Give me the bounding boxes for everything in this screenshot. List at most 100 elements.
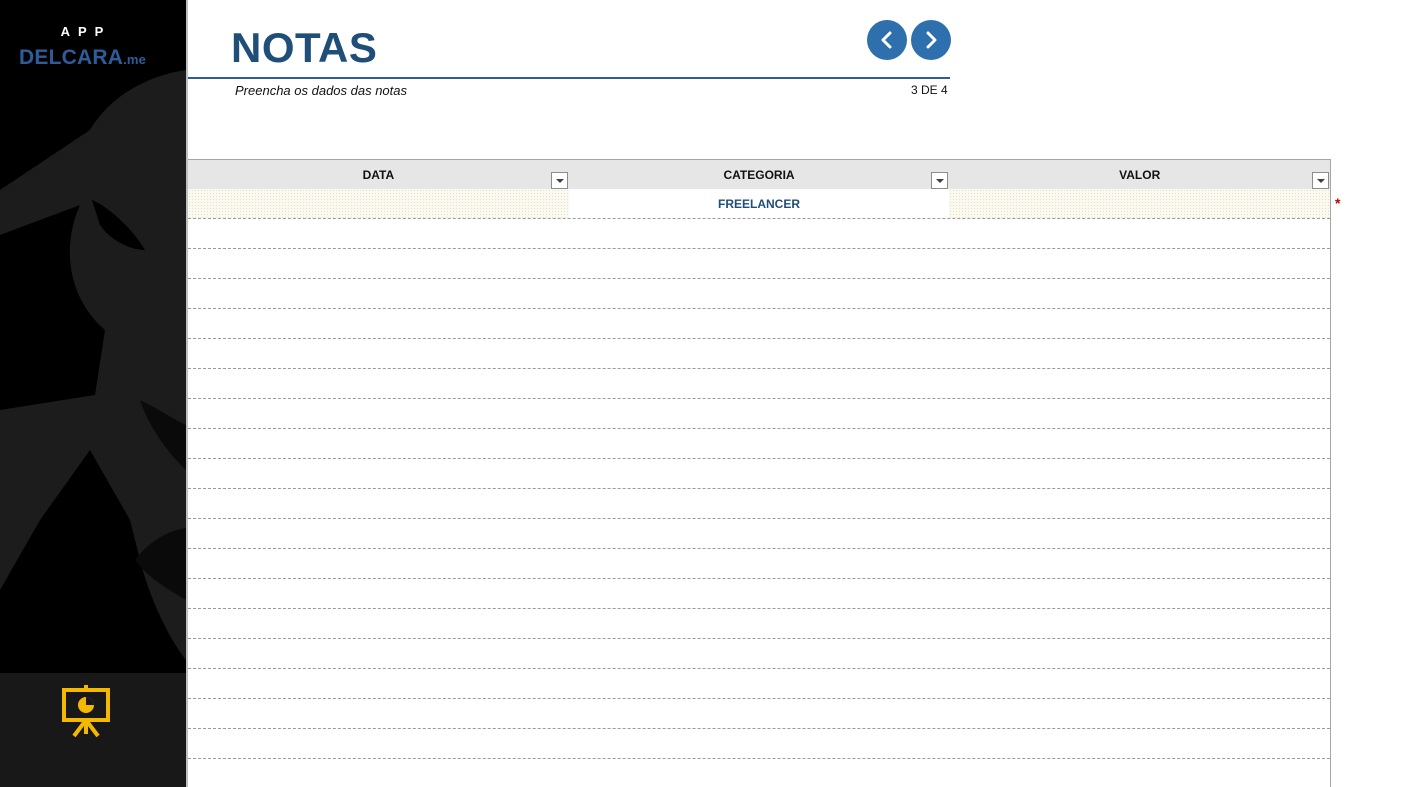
table-row [188,579,1330,609]
cell-data[interactable] [188,579,569,608]
cell-data[interactable] [188,639,569,668]
cell-data[interactable] [188,399,569,428]
cell-categoria[interactable] [569,609,950,638]
cell-valor[interactable] [949,759,1330,787]
table-row [188,459,1330,489]
table-row [188,249,1330,279]
cell-categoria[interactable] [569,489,950,518]
column-header-categoria: CATEGORIA [569,160,950,189]
cell-categoria[interactable] [569,309,950,338]
cell-categoria[interactable] [569,249,950,278]
filter-dropdown-categoria[interactable] [931,172,949,189]
cell-categoria[interactable] [569,759,950,787]
cell-valor[interactable] [949,519,1330,548]
brand-name: DELCARA [19,46,124,69]
cell-data[interactable] [188,339,569,368]
cell-categoria[interactable] [569,219,950,248]
cell-data[interactable] [188,759,569,787]
cell-categoria[interactable] [569,639,950,668]
cell-valor[interactable] [949,189,1331,218]
cell-data[interactable] [188,699,569,728]
cell-valor[interactable] [949,729,1330,758]
filter-dropdown-data[interactable] [550,172,568,189]
cell-categoria[interactable] [569,729,950,758]
cell-valor[interactable] [949,699,1330,728]
table-body: FREELANCER [188,189,1331,787]
column-header-label: CATEGORIA [723,168,795,182]
cell-categoria[interactable] [569,279,950,308]
table-row [188,549,1330,579]
cell-valor[interactable] [949,669,1330,698]
cell-data[interactable] [188,219,569,248]
table-row [188,609,1330,639]
cell-valor[interactable] [949,339,1330,368]
table-header: DATA CATEGORIA VALOR [188,159,1331,189]
cell-data[interactable] [188,249,569,278]
chevron-right-icon [926,31,937,49]
cell-valor[interactable] [949,459,1330,488]
cell-valor[interactable] [949,249,1330,278]
cell-data[interactable] [188,279,569,308]
cell-data[interactable] [188,609,569,638]
sidebar: APP DELCARA.me [0,0,186,787]
cell-categoria[interactable] [569,369,950,398]
table-row [188,639,1330,669]
table-row [188,219,1330,249]
lion-silhouette-art [0,70,186,660]
cell-categoria[interactable] [569,339,950,368]
cell-data[interactable] [188,549,569,578]
cell-valor[interactable] [949,549,1330,578]
cell-valor[interactable] [949,579,1330,608]
cell-categoria[interactable] [569,669,950,698]
table-row [188,519,1330,549]
next-page-button[interactable] [911,20,951,60]
cell-data[interactable] [188,489,569,518]
chevron-left-icon [881,31,892,49]
cell-valor[interactable] [949,609,1330,638]
cell-valor[interactable] [949,489,1330,518]
cell-categoria[interactable]: FREELANCER [569,189,950,218]
cell-valor[interactable] [949,309,1330,338]
cell-data[interactable] [188,459,569,488]
table-row [188,279,1330,309]
title-underline [188,77,950,79]
column-header-label: VALOR [1119,168,1161,182]
cell-categoria[interactable] [569,699,950,728]
cell-valor[interactable] [949,429,1330,458]
cell-valor[interactable] [949,399,1330,428]
cell-categoria[interactable] [569,549,950,578]
cell-valor[interactable] [949,219,1330,248]
cell-categoria[interactable] [569,579,950,608]
table-row [188,489,1330,519]
required-marker: * [1335,195,1341,211]
cell-data[interactable] [188,519,569,548]
cell-categoria[interactable] [569,519,950,548]
table-row [188,729,1330,759]
table-row [188,309,1330,339]
cell-data[interactable] [188,729,569,758]
brand-suffix: .me [123,52,147,67]
cell-data[interactable] [188,369,569,398]
cell-data[interactable] [188,189,569,218]
cell-valor[interactable] [949,279,1330,308]
presentation-chart-icon[interactable] [60,684,112,738]
page-subtitle: Preencha os dados das notas [235,83,408,98]
column-header-label: DATA [362,168,395,182]
cell-valor[interactable] [949,639,1330,668]
filter-dropdown-valor[interactable] [1312,172,1330,189]
previous-page-button[interactable] [867,20,907,60]
table-row: FREELANCER [188,189,1331,219]
cell-data[interactable] [188,669,569,698]
table-row [188,369,1330,399]
cell-data[interactable] [188,429,569,458]
cell-valor[interactable] [949,369,1330,398]
column-header-data: DATA [188,160,569,189]
cell-data[interactable] [188,309,569,338]
cell-categoria[interactable] [569,459,950,488]
page-title: NOTAS [231,24,378,71]
table-row [188,339,1330,369]
table-row [188,669,1330,699]
cell-categoria[interactable] [569,399,950,428]
table-row [188,429,1330,459]
cell-categoria[interactable] [569,429,950,458]
